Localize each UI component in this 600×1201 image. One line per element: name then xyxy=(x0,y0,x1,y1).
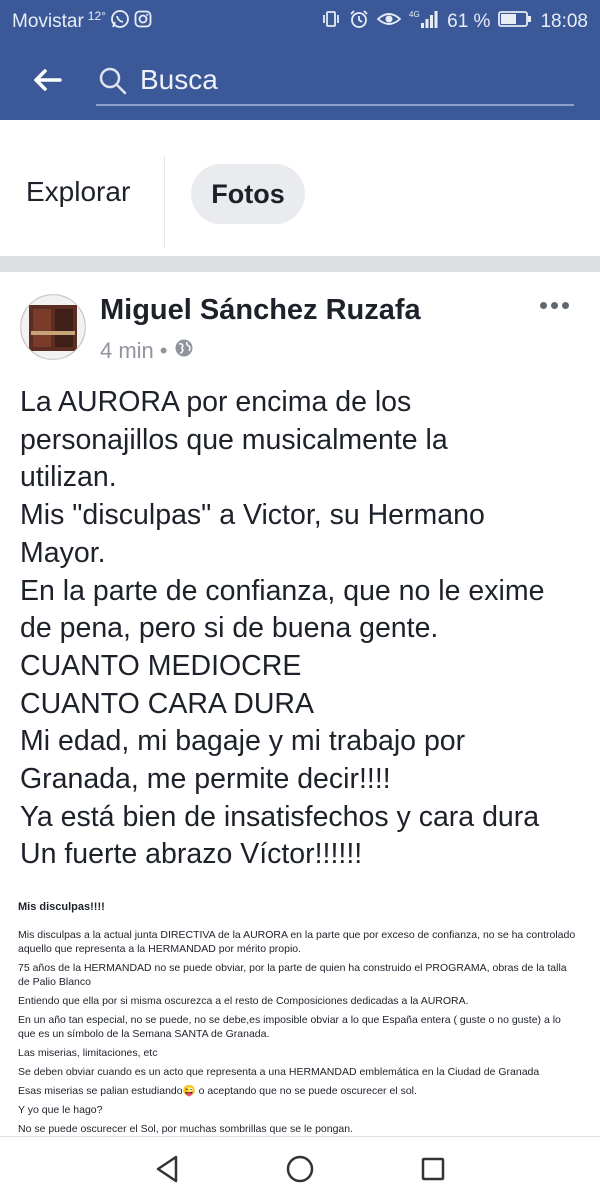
network-type-label: 4G xyxy=(409,10,420,19)
battery-percent: 61 % xyxy=(447,11,491,32)
clock: 18:08 xyxy=(540,11,588,32)
section-separator xyxy=(0,256,600,272)
back-arrow-icon xyxy=(34,69,62,91)
post-line: Un fuerte abrazo Víctor!!!!!! xyxy=(20,838,363,871)
nav-home-button[interactable] xyxy=(282,1151,318,1187)
post-line: CUANTO MEDIOCRE xyxy=(20,649,302,682)
post-line: de pena, pero si de buena gente. xyxy=(20,612,439,645)
post-line: Granada, me permite decir!!!! xyxy=(20,763,391,796)
nav-back-button[interactable] xyxy=(150,1151,186,1187)
attachment-paragraph: Se deben obviar cuando es un acto que re… xyxy=(18,1066,540,1078)
post-meta: 4 min • xyxy=(100,338,194,364)
signal-icon: 4G xyxy=(409,9,439,35)
attached-image[interactable]: Mis disculpas!!!! Mis disculpas a la act… xyxy=(18,900,578,1141)
post-line: Mayor. xyxy=(20,536,106,569)
temperature: 12° xyxy=(87,9,106,23)
nav-recents-icon xyxy=(421,1157,445,1181)
back-button[interactable] xyxy=(30,62,66,98)
attachment-paragraph: Las miserias, limitaciones, etc xyxy=(18,1047,158,1059)
whatsapp-icon xyxy=(110,9,130,35)
system-nav-bar xyxy=(0,1136,600,1201)
attachment-paragraph: 75 años de la HERMANDAD no se puede obvi… xyxy=(18,962,567,988)
more-options-icon[interactable] xyxy=(540,302,569,309)
tab-explorar[interactable]: Explorar xyxy=(26,176,130,208)
tab-fotos[interactable]: Fotos xyxy=(191,164,305,224)
search-icon xyxy=(98,66,128,101)
attachment-paragraph: Mis disculpas a la actual junta DIRECTIV… xyxy=(18,929,576,955)
attachment-paragraph: No se puede oscurecer el Sol, por muchas… xyxy=(18,1123,354,1135)
vibrate-icon xyxy=(321,9,341,35)
post-line: Mi edad, mi bagaje y mi trabajo por xyxy=(20,725,466,758)
battery-icon xyxy=(498,10,532,34)
attachment-paragraph: Esas miserias se palian estudiando😜 o ac… xyxy=(18,1085,417,1097)
tab-divider xyxy=(164,156,165,248)
nav-recents-button[interactable] xyxy=(415,1151,451,1187)
attachment-title: Mis disculpas!!!! xyxy=(18,901,105,913)
tab-fotos-label: Fotos xyxy=(211,178,285,209)
app-bar xyxy=(0,40,600,120)
attachment-paragraph: Y yo que le hago? xyxy=(18,1104,103,1116)
avatar[interactable] xyxy=(20,294,86,360)
attachment-paragraph: Entiendo que ella por si misma oscurezca… xyxy=(18,995,469,1007)
instagram-icon xyxy=(134,10,152,34)
status-bar: Movistar 12° 4G 61 % 18:08 xyxy=(0,0,600,40)
post-line: La AURORA por encima de los xyxy=(20,386,412,418)
post-author[interactable]: Miguel Sánchez Ruzafa xyxy=(100,294,421,327)
search-input[interactable] xyxy=(140,62,560,98)
post-line: Mis "disculpas" a Victor, su Hermano xyxy=(20,499,485,532)
search-bar[interactable] xyxy=(96,60,574,106)
alarm-icon xyxy=(349,9,369,35)
post-text: La AURORA por encima de los personajillo… xyxy=(20,384,580,874)
post-line: CUANTO CARA DURA xyxy=(20,687,315,720)
post-line: Ya está bien de insatisfechos y cara dur… xyxy=(20,800,540,833)
attachment-paragraph: En un año tan especial, no se puede, no … xyxy=(18,1014,561,1040)
post-card: Miguel Sánchez Ruzafa 4 min • La AURORA … xyxy=(0,272,600,1136)
nav-home-icon xyxy=(286,1155,314,1183)
filter-tabs: Explorar Fotos xyxy=(0,120,600,256)
post-line: En la parte de confianza, que no le exim… xyxy=(20,574,545,607)
globe-icon xyxy=(174,338,194,364)
carrier-name: Movistar xyxy=(12,11,84,32)
nav-back-icon xyxy=(156,1155,178,1183)
post-line: personajillos que musicalmente la xyxy=(20,423,448,456)
meta-separator: • xyxy=(159,338,168,363)
eye-icon xyxy=(376,9,402,35)
post-line: utilizan. xyxy=(20,461,117,494)
post-time[interactable]: 4 min xyxy=(100,338,154,364)
